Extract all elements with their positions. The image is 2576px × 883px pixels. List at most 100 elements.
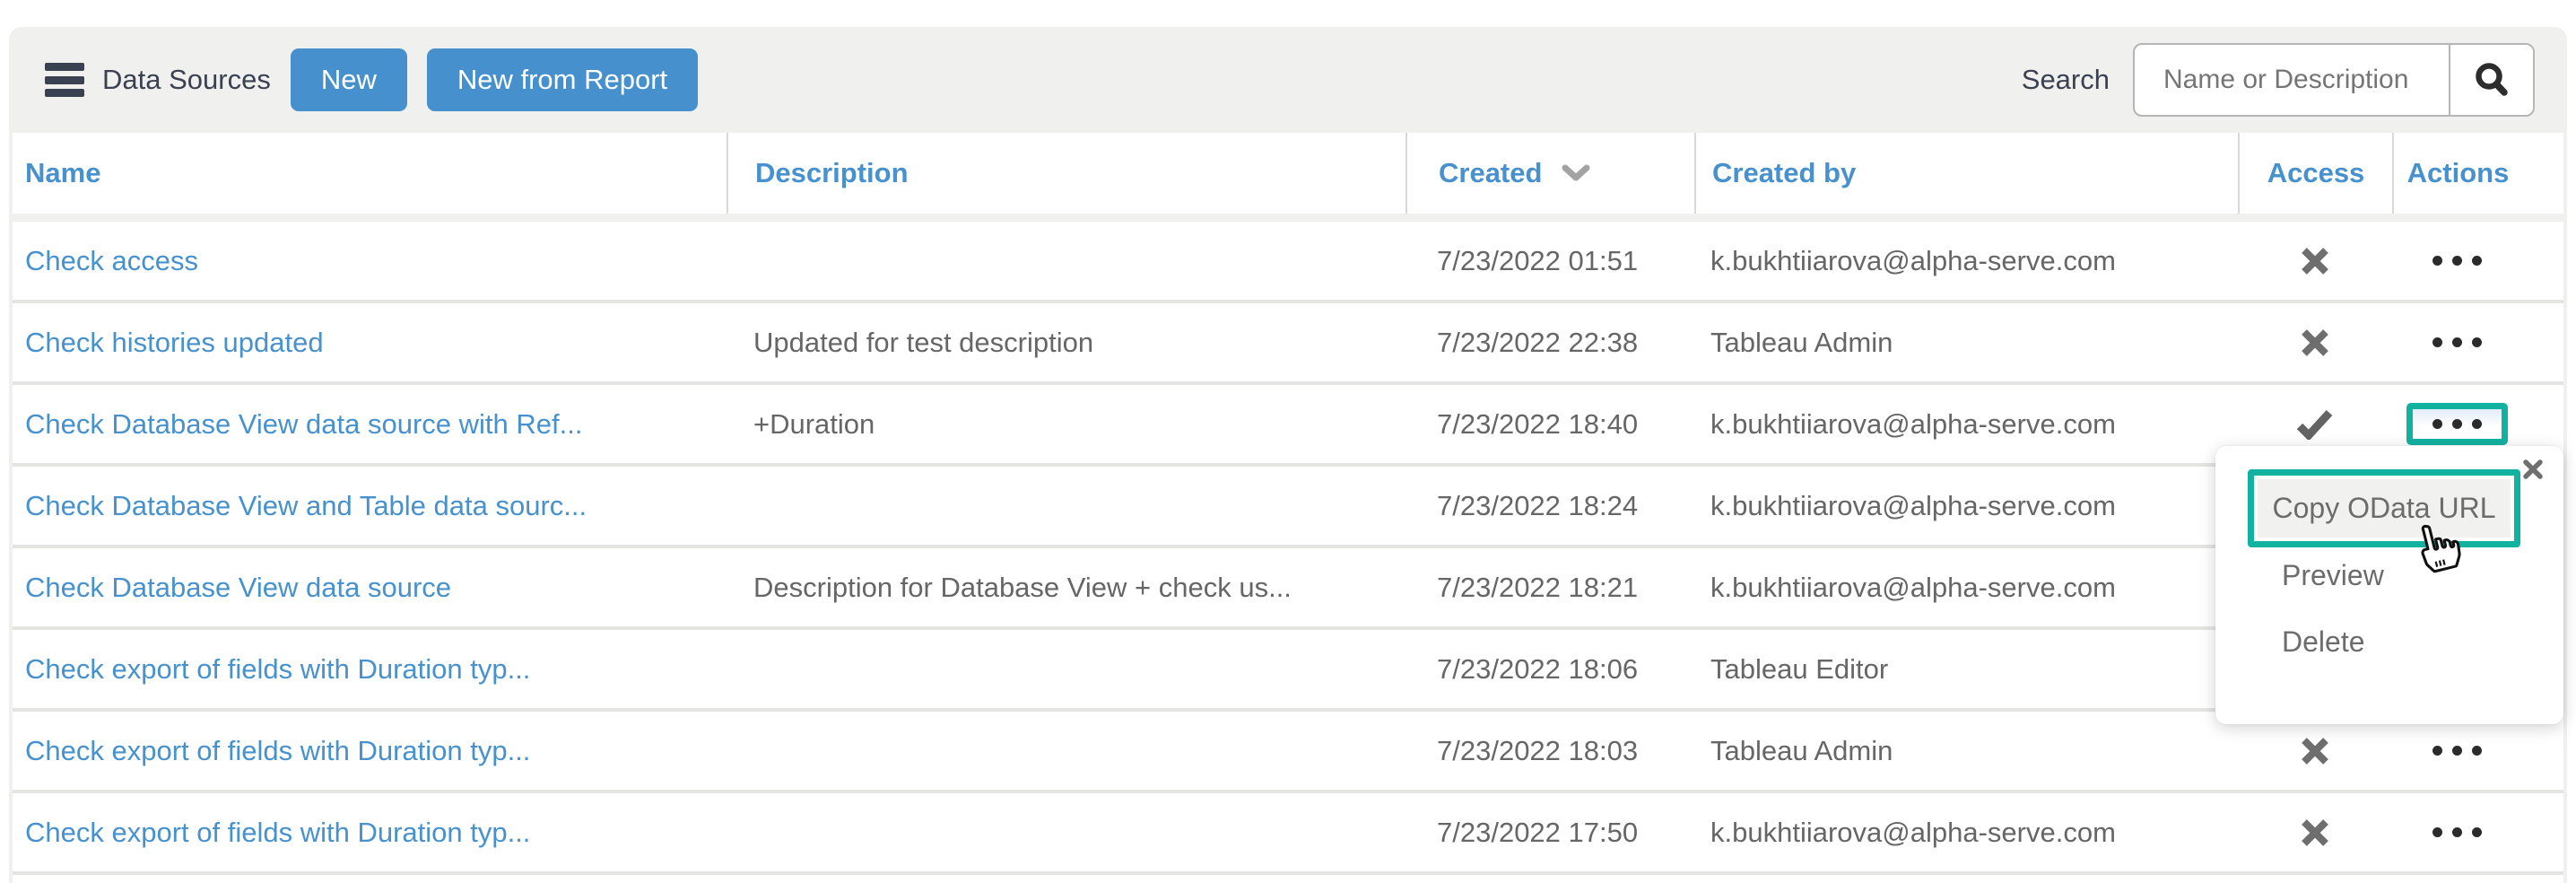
access-cell	[2238, 736, 2392, 766]
created-by-cell: k.bukhtiiarova@alpha-serve.com	[1694, 245, 2238, 277]
created-cell: 7/23/2022 18:06	[1405, 653, 1694, 686]
column-header-label: Created	[1439, 157, 1542, 189]
new-button[interactable]: New	[291, 48, 407, 111]
description-text: +Duration	[753, 408, 875, 441]
data-source-name-link[interactable]: Check export of fields with Duration typ…	[25, 735, 530, 767]
created-by-text: Tableau Admin	[1710, 735, 1893, 767]
data-sources-table: Name Description Created Created by Access A…	[13, 133, 2563, 883]
column-header-label: Name	[25, 157, 100, 189]
created-by-text: k.bukhtiiarova@alpha-serve.com	[1710, 245, 2116, 277]
created-text: 7/23/2022 22:38	[1437, 327, 1638, 359]
actions-cell	[2392, 827, 2563, 837]
name-cell: Check Database View and Table data sourc…	[13, 490, 727, 522]
column-header-label: Actions	[2407, 157, 2510, 189]
created-by-cell: k.bukhtiiarova@alpha-serve.com	[1694, 408, 2238, 441]
data-source-name-link[interactable]: Check export of fields with Duration typ…	[25, 817, 530, 849]
access-check-icon	[2296, 409, 2334, 440]
name-cell: Check Database View data source	[13, 572, 727, 604]
created-by-text: k.bukhtiiarova@alpha-serve.com	[1710, 817, 2116, 849]
name-cell: Check access	[13, 245, 727, 277]
hamburger-menu-icon[interactable]	[45, 63, 84, 97]
column-header-label: Description	[755, 157, 909, 189]
created-by-cell: k.bukhtiiarova@alpha-serve.com	[1694, 490, 2238, 522]
search-box	[2133, 43, 2535, 117]
sort-desc-chevron-icon	[1562, 164, 1590, 182]
search-input[interactable]	[2135, 45, 2449, 115]
no-access-x-icon	[2299, 246, 2331, 276]
menu-item-delete[interactable]: Delete	[2282, 625, 2365, 659]
created-text: 7/23/2022 18:24	[1437, 490, 1638, 522]
row-actions-menu-icon[interactable]	[2432, 256, 2482, 266]
close-icon[interactable]	[2519, 455, 2547, 484]
partial-next-row	[13, 875, 2563, 883]
access-cell	[2238, 328, 2392, 358]
column-header-created[interactable]: Created	[1405, 133, 1694, 214]
page-card: Data Sources New New from Report Search	[9, 27, 2567, 883]
actions-context-menu: Copy OData URL Preview Delete	[2215, 446, 2563, 724]
data-source-name-link[interactable]: Check Database View data source	[25, 572, 451, 604]
created-by-cell: k.bukhtiiarova@alpha-serve.com	[1694, 572, 2238, 604]
column-header-created-by[interactable]: Created by	[1694, 133, 2238, 214]
page-title: Data Sources	[102, 64, 271, 96]
no-access-x-icon	[2299, 328, 2331, 358]
description-cell: Updated for test description	[727, 327, 1405, 359]
name-cell: Check export of fields with Duration typ…	[13, 735, 727, 767]
column-header-label: Created by	[1712, 157, 1856, 189]
column-header-access[interactable]: Access	[2238, 133, 2392, 214]
created-by-cell: Tableau Editor	[1694, 653, 2238, 686]
actions-cell	[2392, 403, 2563, 445]
access-cell	[2238, 409, 2392, 440]
column-header-actions[interactable]: Actions	[2392, 133, 2563, 214]
row-actions-menu-icon[interactable]	[2432, 746, 2482, 756]
data-source-name-link[interactable]: Check histories updated	[25, 327, 324, 359]
access-cell	[2238, 246, 2392, 276]
created-text: 7/23/2022 18:40	[1437, 408, 1638, 441]
data-source-name-link[interactable]: Check export of fields with Duration typ…	[25, 653, 530, 686]
table-row: Check Database View data source with Ref…	[13, 381, 2563, 463]
name-cell: Check export of fields with Duration typ…	[13, 817, 727, 849]
description-cell: Description for Database View + check us…	[727, 572, 1405, 604]
table-row: Check access 7/23/2022 01:51 k.bukhtiiar…	[13, 222, 2563, 300]
table-row: Check Database View and Table data sourc…	[13, 463, 2563, 545]
description-text: Description for Database View + check us…	[753, 572, 1292, 604]
created-cell: 7/23/2022 01:51	[1405, 245, 1694, 277]
data-sources-page: Data Sources New New from Report Search	[0, 0, 2576, 883]
created-by-text: k.bukhtiiarova@alpha-serve.com	[1710, 572, 2116, 604]
created-cell: 7/23/2022 17:50	[1405, 817, 1694, 849]
created-by-text: k.bukhtiiarova@alpha-serve.com	[1710, 490, 2116, 522]
created-text: 7/23/2022 17:50	[1437, 817, 1638, 849]
created-text: 7/23/2022 18:21	[1437, 572, 1638, 604]
description-text: Updated for test description	[753, 327, 1093, 359]
created-by-text: k.bukhtiiarova@alpha-serve.com	[1710, 408, 2116, 441]
created-text: 7/23/2022 18:03	[1437, 735, 1638, 767]
new-from-report-button[interactable]: New from Report	[427, 48, 698, 111]
data-source-name-link[interactable]: Check Database View and Table data sourc…	[25, 490, 587, 522]
actions-cell	[2392, 256, 2563, 266]
table-row: Check histories updated Updated for test…	[13, 300, 2563, 381]
data-source-name-link[interactable]: Check Database View data source with Ref…	[25, 408, 582, 441]
table-row: Check Database View data source Descript…	[13, 545, 2563, 626]
created-cell: 7/23/2022 18:03	[1405, 735, 1694, 767]
description-cell: +Duration	[727, 408, 1405, 441]
table-row: Check export of fields with Duration typ…	[13, 790, 2563, 871]
menu-item-preview[interactable]: Preview	[2282, 559, 2384, 592]
search-button[interactable]	[2449, 45, 2533, 115]
highlighted-actions-annotation[interactable]	[2406, 403, 2508, 445]
access-cell	[2238, 817, 2392, 848]
menu-item-copy-odata-url[interactable]: Copy OData URL	[2248, 469, 2520, 547]
name-cell: Check Database View data source with Ref…	[13, 408, 727, 441]
column-header-description[interactable]: Description	[727, 133, 1405, 214]
table-row: Check export of fields with Duration typ…	[13, 626, 2563, 708]
table-row: Check export of fields with Duration typ…	[13, 708, 2563, 790]
row-actions-menu-icon[interactable]	[2432, 419, 2482, 429]
table-header-row: Name Description Created Created by Access A…	[13, 133, 2563, 214]
row-actions-menu-icon[interactable]	[2432, 337, 2482, 347]
created-cell: 7/23/2022 18:21	[1405, 572, 1694, 604]
data-source-name-link[interactable]: Check access	[25, 245, 198, 277]
row-actions-menu-icon[interactable]	[2432, 827, 2482, 837]
actions-cell	[2392, 746, 2563, 756]
search-icon	[2472, 60, 2511, 100]
table-body: Check access 7/23/2022 01:51 k.bukhtiiar…	[13, 222, 2563, 871]
column-header-name[interactable]: Name	[13, 133, 727, 214]
created-by-text: Tableau Editor	[1710, 653, 1888, 686]
